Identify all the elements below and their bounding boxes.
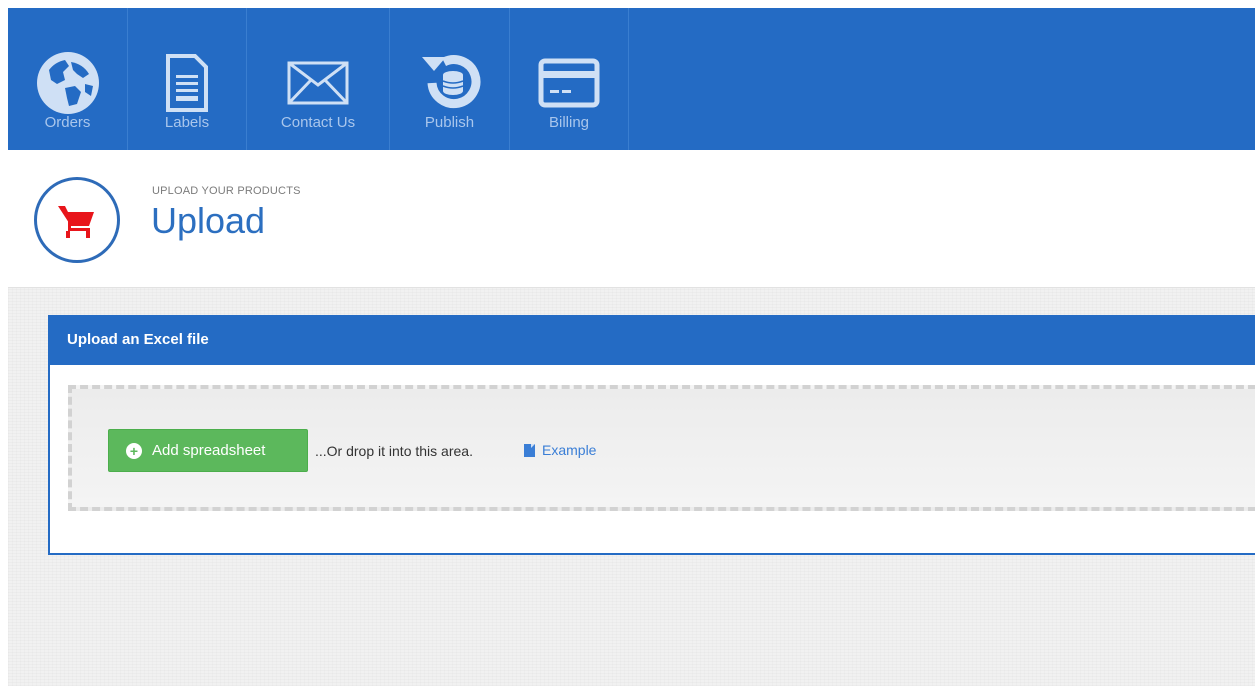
- page-header: UPLOAD YOUR PRODUCTS Upload: [8, 150, 1255, 288]
- page-title: Upload: [151, 200, 266, 241]
- nav-label: Labels: [164, 114, 210, 131]
- drop-hint-text: ...Or drop it into this area.: [315, 443, 473, 459]
- nav-item-billing[interactable]: Billing: [510, 8, 629, 150]
- upload-panel: Upload an Excel file + Add spreadsheet .…: [48, 315, 1255, 555]
- example-link-label: Example: [542, 442, 597, 458]
- nav-item-publish[interactable]: Publish: [390, 8, 510, 150]
- credit-card-icon: [534, 48, 604, 118]
- plus-circle-icon: +: [126, 442, 142, 459]
- file-icon: [524, 443, 535, 457]
- document-icon: [152, 48, 222, 118]
- file-drop-zone[interactable]: + Add spreadsheet ...Or drop it into thi…: [68, 385, 1255, 511]
- app-frame: Orders Labels Contact Us Publish Billing…: [8, 8, 1255, 686]
- envelope-icon: [283, 48, 353, 118]
- database-sync-icon: [415, 48, 485, 118]
- add-spreadsheet-label: Add spreadsheet: [152, 442, 266, 459]
- nav-label: Contact Us: [280, 114, 356, 131]
- panel-title: Upload an Excel file: [48, 315, 1255, 365]
- globe-icon: [33, 48, 103, 118]
- nav-item-contact-us[interactable]: Contact Us: [247, 8, 390, 150]
- shopping-cart-icon: [34, 177, 120, 263]
- nav-label: Billing: [548, 114, 590, 131]
- nav-item-orders[interactable]: Orders: [8, 8, 128, 150]
- example-link[interactable]: Example: [524, 442, 596, 458]
- add-spreadsheet-button[interactable]: + Add spreadsheet: [108, 429, 308, 472]
- top-nav: Orders Labels Contact Us Publish Billing: [8, 8, 1255, 150]
- nav-label: Orders: [44, 114, 91, 131]
- nav-label: Publish: [424, 114, 475, 131]
- nav-item-labels[interactable]: Labels: [128, 8, 247, 150]
- page-subtitle: UPLOAD YOUR PRODUCTS: [152, 185, 301, 197]
